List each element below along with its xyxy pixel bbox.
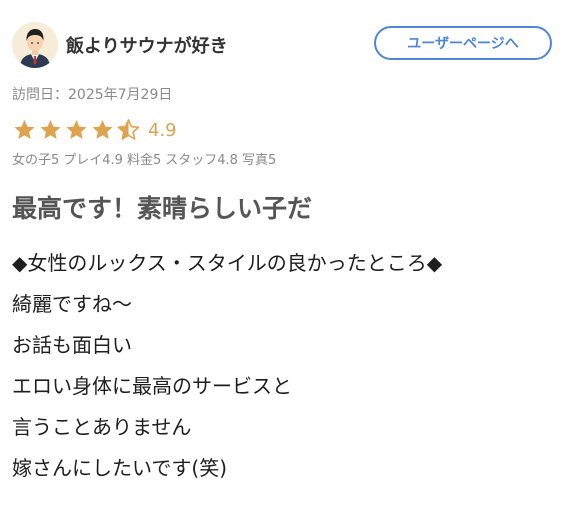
review-header: 飯よりサウナが好き ユーザーページへ [12,20,564,70]
star-full-icon [14,120,35,139]
review-body: ◆女性のルックス・スタイルの良かったところ◆ 綺麗ですね〜 お話も面白い エロい… [12,243,442,489]
review-line: お話も面白い [12,333,132,357]
rating-stars: 4.9 [12,117,177,143]
review-line: 言うことありません [12,415,192,439]
visit-date: 訪問日：2025年7月29日 [12,87,173,103]
review-line: エロい身体に最高のサービスと [12,374,292,398]
subscore-photo: 写真5 [241,153,277,168]
rating-score: 4.9 [148,119,177,141]
star-full-icon [66,120,87,139]
star-full-icon [40,120,61,139]
star-half-icon [117,119,140,140]
username[interactable]: 飯よりサウナが好き [66,32,228,58]
subscore-price: 料金5 [126,153,162,168]
subscore-play: プレイ4.9 [63,153,123,168]
review-line: 綺麗ですね〜 [12,292,132,316]
user-avatar[interactable] [12,22,58,68]
star-full-icon [92,120,113,139]
subscore-list: 女の子5 プレイ4.9 料金5 スタッフ4.8 写真5 [12,149,280,168]
avatar-illustration [12,22,58,68]
subscore-girl: 女の子5 [12,153,60,168]
user-page-button[interactable]: ユーザーページへ [374,26,552,60]
subscore-staff: スタッフ4.8 [165,153,238,168]
review-title: 最高です！素晴らしい子だ [12,194,313,223]
review-line: ◆女性のルックス・スタイルの良かったところ◆ [12,251,443,275]
review-line: 嫁さんにしたいです(笑) [12,456,228,480]
